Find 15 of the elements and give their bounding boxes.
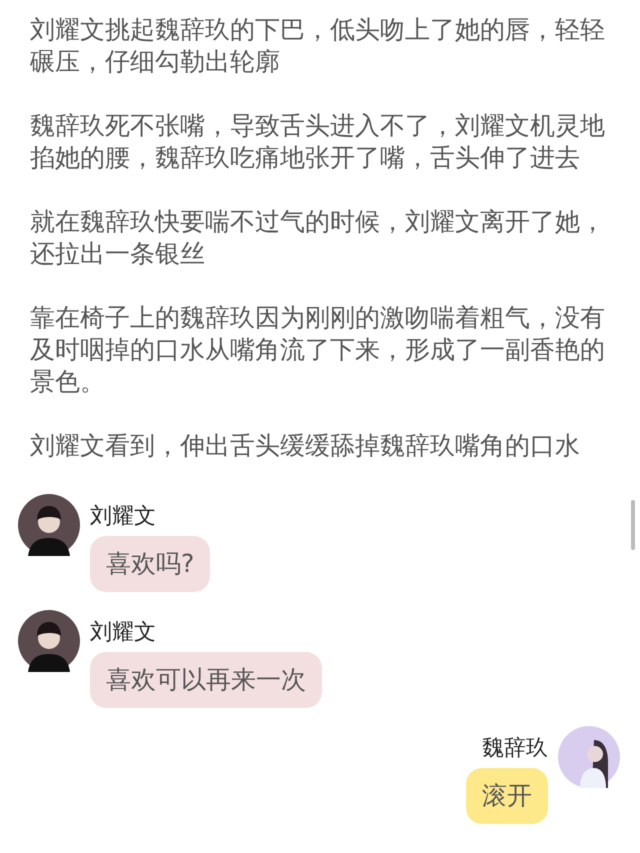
chat-bubble: 喜欢吗?: [90, 536, 210, 592]
sender-name: 刘耀文: [90, 620, 156, 646]
story-paragraph: 刘耀文看到，伸出舌头缓缓舔掉魏辞玖嘴角的口水: [30, 430, 581, 462]
scrollbar: [631, 500, 635, 550]
story-paragraph: 就在魏辞玖快要喘不过气的时候，刘耀文离开了她，还拉出一条银丝: [30, 206, 606, 270]
sender-name: 刘耀文: [90, 504, 156, 530]
story-paragraph: 刘耀文挑起魏辞玖的下巴，低头吻上了她的唇，轻轻碾压，仔细勾勒出轮廓: [30, 14, 606, 78]
story-paragraph: 靠在椅子上的魏辞玖因为刚刚的激吻喘着粗气，没有及时咽掉的口水从嘴角流了下来，形成了一副香艳的景色。: [30, 302, 606, 398]
avatar: [558, 726, 620, 788]
story-paragraph: 魏辞玖死不张嘴，导致舌头进入不了，刘耀文机灵地掐她的腰，魏辞玖吃痛地张开了嘴，舌头伸了进去: [30, 110, 606, 174]
sender-name: 魏辞玖: [482, 736, 548, 762]
avatar: [18, 494, 80, 556]
chat-bubble: 喜欢可以再来一次: [90, 652, 322, 708]
avatar: [18, 610, 80, 672]
chat-bubble: 滚开: [466, 768, 548, 824]
